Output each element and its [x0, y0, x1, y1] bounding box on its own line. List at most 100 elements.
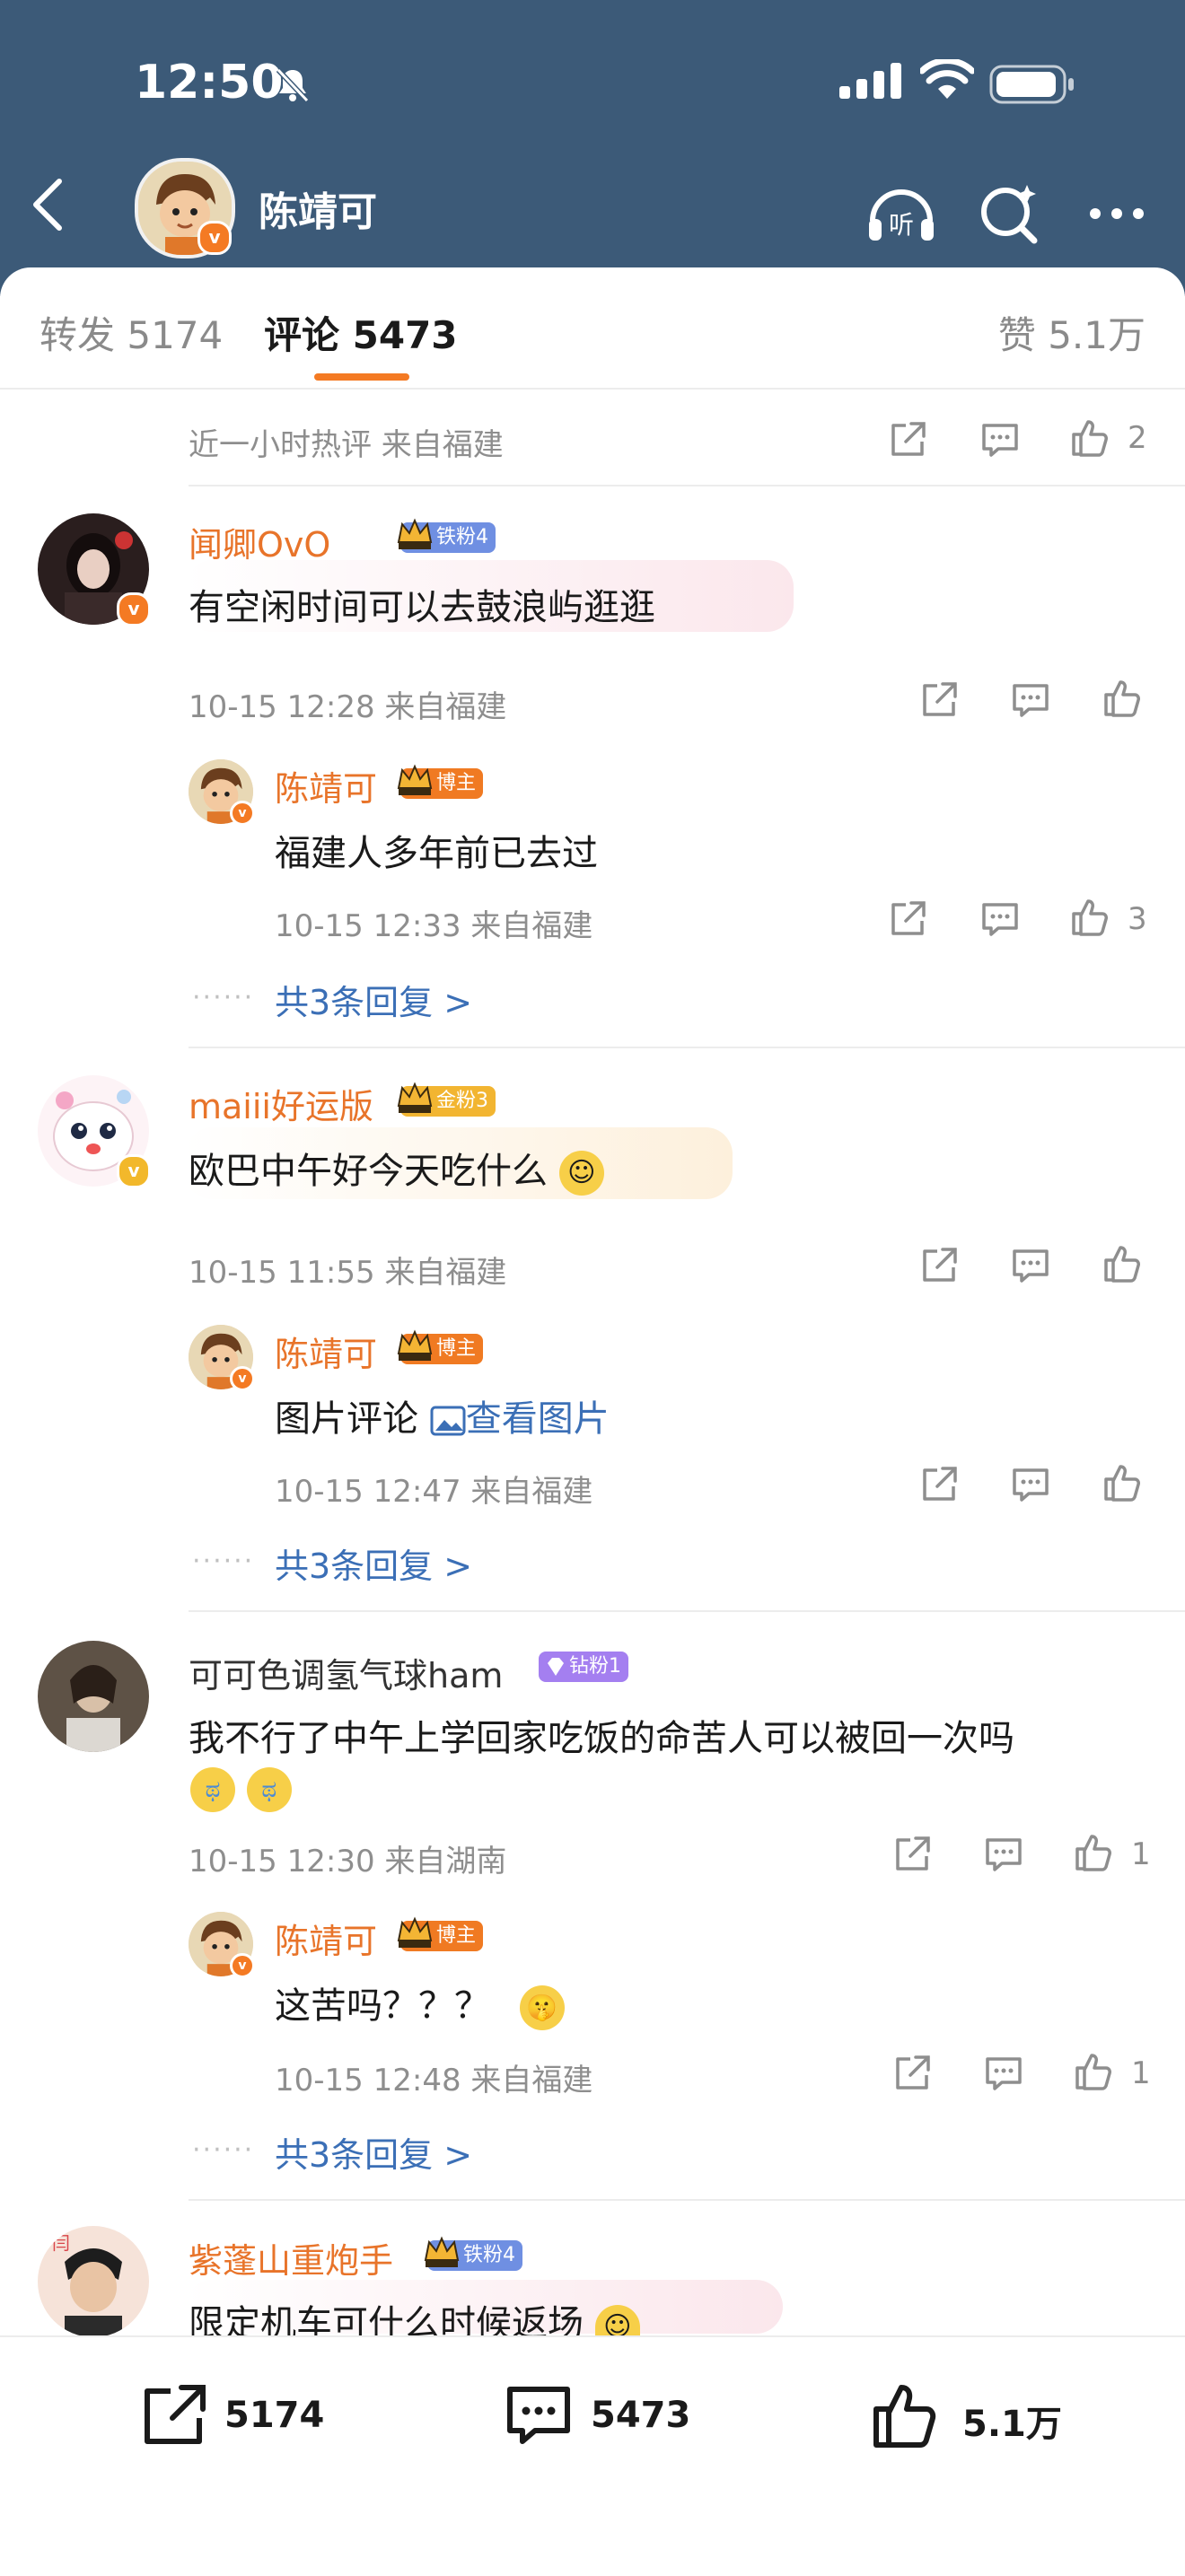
fan-badge: 铁粉4 [397, 518, 496, 553]
like-icon[interactable] [1068, 416, 1111, 460]
fan-badge: 铁粉4 [424, 2236, 522, 2271]
like-icon[interactable] [867, 2379, 943, 2454]
reply-icon[interactable] [1009, 1244, 1052, 1287]
commenter-name[interactable]: 可可色调氢气球ham [189, 1648, 503, 1697]
share-icon[interactable] [891, 2052, 934, 2095]
more-replies-link[interactable]: 共3条回复 > [275, 2127, 472, 2177]
commenter-avatar[interactable] [38, 1641, 149, 1752]
author-badge-label: 博主 [436, 772, 477, 794]
tab-like[interactable]: 赞 5.1万 [998, 305, 1146, 360]
divider [189, 1047, 1185, 1048]
divider [189, 485, 1185, 486]
signal-icon [839, 63, 901, 99]
author-badge: 博主 [397, 1916, 484, 1951]
more-icon[interactable] [1079, 176, 1154, 251]
share-icon[interactable] [886, 418, 929, 461]
reply-icon[interactable] [982, 2052, 1025, 2095]
reply-name[interactable]: 陈靖可 [275, 761, 377, 810]
crying-emoji-icon: ಥ [246, 1767, 292, 1812]
comment-meta: 近一小时热评 来自福建 [189, 427, 504, 463]
author-name[interactable]: 陈靖可 [259, 180, 377, 237]
listen-icon[interactable]: 听 [864, 176, 939, 251]
smile-emoji-icon: ☺ [558, 1151, 604, 1196]
divider [189, 2199, 1185, 2201]
tab-repost[interactable]: 转发 5174 [40, 305, 223, 360]
reply-text-content: 这苦吗？？？ [275, 1985, 490, 2027]
view-image-link[interactable]: 查看图片 [430, 1398, 610, 1440]
commenter-avatar[interactable]: 闫 [38, 2226, 149, 2337]
diamond-icon [548, 1658, 564, 1676]
author-badge: 博主 [397, 1329, 484, 1364]
commenter-name[interactable]: 闻卿OvO [189, 517, 330, 566]
image-icon [430, 1406, 466, 1436]
status-time: 12:50 [135, 56, 284, 110]
commenter-name[interactable]: 紫蓬山重炮手 [189, 2233, 393, 2282]
like-count[interactable]: 5.1万 [962, 2395, 1062, 2447]
more-replies-link[interactable]: 共3条回复 > [275, 975, 472, 1024]
back-icon[interactable] [29, 176, 68, 233]
comment-text: 我不行了中午上学回家吃饭的命苦人可以被回一次吗 [189, 1718, 1014, 1759]
share-icon[interactable] [886, 898, 929, 941]
commenter-name[interactable]: maiii好运版 [189, 1079, 373, 1128]
share-icon[interactable] [917, 679, 961, 722]
like-icon[interactable] [1101, 1461, 1144, 1504]
share-icon[interactable] [891, 1833, 934, 1876]
reply-text: 这苦吗？？？ 🤫 [275, 1976, 565, 2030]
author-badge-label: 博主 [436, 1924, 477, 1947]
divider [189, 1610, 1185, 1612]
like-icon[interactable] [1072, 2050, 1115, 2093]
verified-badge-icon: v [198, 221, 232, 255]
like-count: 1 [1131, 2055, 1151, 2091]
comment-icon[interactable] [501, 2379, 576, 2454]
wifi-icon [920, 59, 974, 99]
like-icon[interactable] [1072, 1831, 1115, 1874]
search-icon[interactable] [971, 176, 1047, 251]
top-header: 12:50 v 陈靖可 听 [0, 0, 1185, 296]
crown-icon [397, 764, 433, 795]
crown-icon [397, 1916, 433, 1948]
replies-dots: ······ [192, 2134, 255, 2166]
tab-active-indicator [314, 373, 409, 381]
reply-text-content: 图片评论 [275, 1398, 418, 1440]
comment-meta: 10-15 12:30 来自湖南 [189, 1844, 507, 1879]
repost-icon[interactable] [136, 2379, 212, 2454]
verified-badge-icon: v [230, 1366, 255, 1391]
verified-badge-icon: v [117, 592, 151, 626]
more-replies-link[interactable]: 共3条回复 > [275, 1538, 472, 1588]
fan-badge: 金粉3 [397, 1082, 496, 1117]
share-icon[interactable] [917, 1244, 961, 1287]
comment-text: 欧巴中午好今天吃什么 ☺ [189, 1142, 604, 1196]
like-count: 1 [1131, 1836, 1151, 1872]
author-badge: 博主 [397, 764, 484, 799]
crying-emoji-icon: ಥ [190, 1767, 235, 1812]
comment-count[interactable]: 5473 [591, 2395, 690, 2436]
like-icon[interactable] [1068, 896, 1111, 939]
reply-icon[interactable] [1009, 1463, 1052, 1506]
verified-badge-icon: v [117, 1154, 151, 1188]
fan-badge: 钻粉1 [539, 1652, 628, 1682]
reply-name[interactable]: 陈靖可 [275, 1914, 377, 1963]
verified-badge-icon: v [230, 801, 255, 826]
like-icon[interactable] [1101, 1242, 1144, 1285]
crown-icon [397, 518, 433, 549]
like-icon[interactable] [1101, 677, 1144, 720]
comment-meta: 10-15 11:55 来自福建 [189, 1255, 507, 1291]
replies-dots: ······ [192, 1546, 255, 1577]
like-count: 3 [1128, 901, 1147, 937]
crying-emoji-icons: ಥ ಥ [190, 1765, 292, 1812]
reply-name[interactable]: 陈靖可 [275, 1327, 377, 1376]
shush-emoji-icon: 🤫 [519, 1985, 565, 2030]
tab-comment[interactable]: 评论 5473 [264, 305, 458, 360]
svg-text:听: 听 [889, 210, 914, 240]
view-image-label[interactable]: 查看图片 [466, 1398, 610, 1440]
reply-icon[interactable] [979, 898, 1022, 941]
reply-icon[interactable] [982, 1833, 1025, 1876]
repost-count[interactable]: 5174 [224, 2395, 324, 2436]
fan-badge-label: 金粉3 [436, 1090, 488, 1112]
comment-text: 有空闲时间可以去鼓浪屿逛逛 [189, 587, 655, 628]
reply-icon[interactable] [1009, 679, 1052, 722]
fan-badge-label: 钻粉1 [569, 1655, 621, 1678]
share-icon[interactable] [917, 1463, 961, 1506]
reply-icon[interactable] [979, 418, 1022, 461]
battery-icon [989, 65, 1074, 104]
